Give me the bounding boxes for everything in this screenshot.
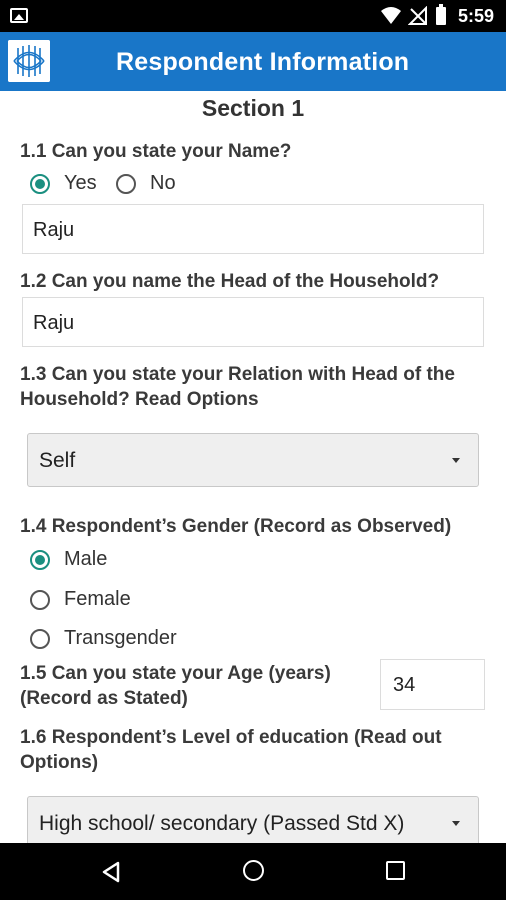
section-title: Section 1 xyxy=(201,95,305,121)
app-logo-icon xyxy=(8,40,50,82)
question-1-6-line-1: 1.6 Respondent’s Level of education (Rea… xyxy=(20,727,442,748)
status-bar: 5:59 xyxy=(0,0,506,32)
radio-unchecked-icon xyxy=(30,589,50,610)
question-1-4-label: 1.4 Respondent’s Gender (Record as Obser… xyxy=(20,516,452,537)
education-select-value: High school/ secondary (Passed Std X) xyxy=(39,812,405,835)
head-of-household-field[interactable]: Raju xyxy=(22,297,484,347)
radio-yes-label: Yes xyxy=(64,172,97,194)
wifi-icon xyxy=(381,7,401,24)
app-bar: Respondent Information xyxy=(0,32,506,91)
radio-male[interactable]: Male xyxy=(30,548,107,571)
question-1-3-line-1: 1.3 Can you state your Relation with Hea… xyxy=(20,364,455,385)
question-1-1-label: 1.1 Can you state your Name? xyxy=(20,141,292,162)
radio-no-label: No xyxy=(150,172,176,194)
question-1-6-line-2: Options) xyxy=(20,752,99,773)
image-notification-icon xyxy=(10,8,28,23)
radio-unchecked-icon xyxy=(30,628,50,649)
radio-unchecked-icon xyxy=(116,173,136,194)
back-icon[interactable] xyxy=(101,861,121,883)
radio-female[interactable]: Female xyxy=(30,588,131,611)
page-title: Respondent Information xyxy=(116,48,410,76)
relation-select[interactable]: Self xyxy=(27,433,479,487)
no-signal-icon xyxy=(408,6,427,25)
relation-select-value: Self xyxy=(39,449,76,472)
dropdown-caret-icon xyxy=(452,821,460,826)
question-1-5-line-1: 1.5 Can you state your Age (years) xyxy=(20,663,331,684)
radio-female-label: Female xyxy=(64,588,131,610)
radio-male-label: Male xyxy=(64,548,108,570)
question-1-2-label: 1.2 Can you name the Head of the Househo… xyxy=(20,271,440,292)
home-icon[interactable] xyxy=(243,860,264,881)
radio-yes[interactable]: Yes xyxy=(30,172,97,195)
age-field[interactable]: 34 xyxy=(380,659,485,710)
status-time: 5:59 xyxy=(458,6,495,26)
radio-checked-icon xyxy=(30,173,50,194)
question-1-3-line-2: Household? Read Options xyxy=(20,389,259,410)
battery-icon xyxy=(436,4,446,25)
question-1-6-label: 1.6 Respondent’s Level of education (Rea… xyxy=(20,725,442,775)
question-1-5-label: 1.5 Can you state your Age (years) (Reco… xyxy=(20,661,331,711)
radio-transgender[interactable]: Transgender xyxy=(30,627,177,650)
question-1-3-label: 1.3 Can you state your Relation with Hea… xyxy=(20,362,455,412)
name-field[interactable]: Raju xyxy=(22,204,484,254)
radio-no[interactable]: No xyxy=(116,172,176,195)
recent-apps-icon[interactable] xyxy=(386,861,405,880)
radio-checked-icon xyxy=(30,549,50,570)
dropdown-caret-icon xyxy=(452,458,460,463)
radio-transgender-label: Transgender xyxy=(64,627,177,649)
navigation-bar xyxy=(0,843,506,900)
question-1-5-line-2: (Record as Stated) xyxy=(20,688,188,709)
